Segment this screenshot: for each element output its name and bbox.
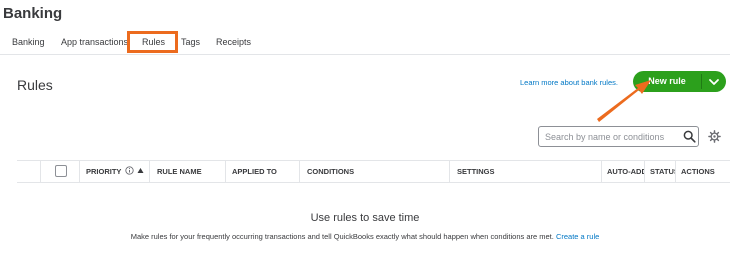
column-divider	[79, 161, 80, 182]
new-rule-dropdown-button[interactable]	[702, 71, 726, 92]
column-priority-label: PRIORITY	[86, 167, 122, 176]
empty-state-title: Use rules to save time	[310, 212, 420, 224]
column-divider	[299, 161, 300, 182]
column-auto-add[interactable]: AUTO-ADD	[607, 161, 644, 182]
tab-tags[interactable]: Tags	[181, 37, 200, 47]
column-divider	[149, 161, 150, 182]
search-input[interactable]	[539, 127, 679, 146]
tab-banking[interactable]: Banking	[12, 37, 45, 47]
column-settings[interactable]: SETTINGS	[457, 161, 597, 182]
search-box	[538, 126, 699, 147]
column-priority[interactable]: PRIORITY	[86, 161, 156, 182]
tab-receipts[interactable]: Receipts	[216, 37, 251, 47]
sort-up-icon	[137, 168, 144, 173]
column-status[interactable]: STATUS	[650, 161, 675, 182]
rules-table-header: PRIORITY RULE NAME APPLIED TO CONDITIONS…	[17, 160, 730, 183]
info-icon	[125, 166, 135, 175]
annotation-highlight-box	[127, 31, 178, 53]
page-title: Banking	[3, 5, 63, 22]
create-rule-link[interactable]: Create a rule	[556, 232, 599, 241]
gear-icon[interactable]	[708, 130, 721, 143]
column-divider	[225, 161, 226, 182]
column-rule-name[interactable]: RULE NAME	[157, 161, 219, 182]
tab-app-transactions[interactable]: App transactions	[61, 37, 128, 47]
column-divider	[40, 161, 41, 182]
column-actions: ACTIONS	[681, 167, 715, 176]
annotation-arrow	[597, 80, 651, 122]
empty-state-description: Make rules for your frequently occurring…	[0, 232, 730, 241]
search-icon[interactable]	[683, 130, 696, 143]
tab-bar: Banking App transactions Rules Tags Rece…	[0, 33, 730, 55]
empty-state-text: Make rules for your frequently occurring…	[130, 232, 554, 241]
column-divider	[644, 161, 645, 182]
chevron-down-icon	[709, 79, 719, 85]
section-title: Rules	[17, 77, 53, 93]
column-divider	[601, 161, 602, 182]
column-applied-to[interactable]: APPLIED TO	[232, 161, 292, 182]
select-all-checkbox[interactable]	[55, 165, 67, 177]
column-divider	[675, 161, 676, 182]
column-divider	[449, 161, 450, 182]
column-conditions[interactable]: CONDITIONS	[307, 161, 447, 182]
